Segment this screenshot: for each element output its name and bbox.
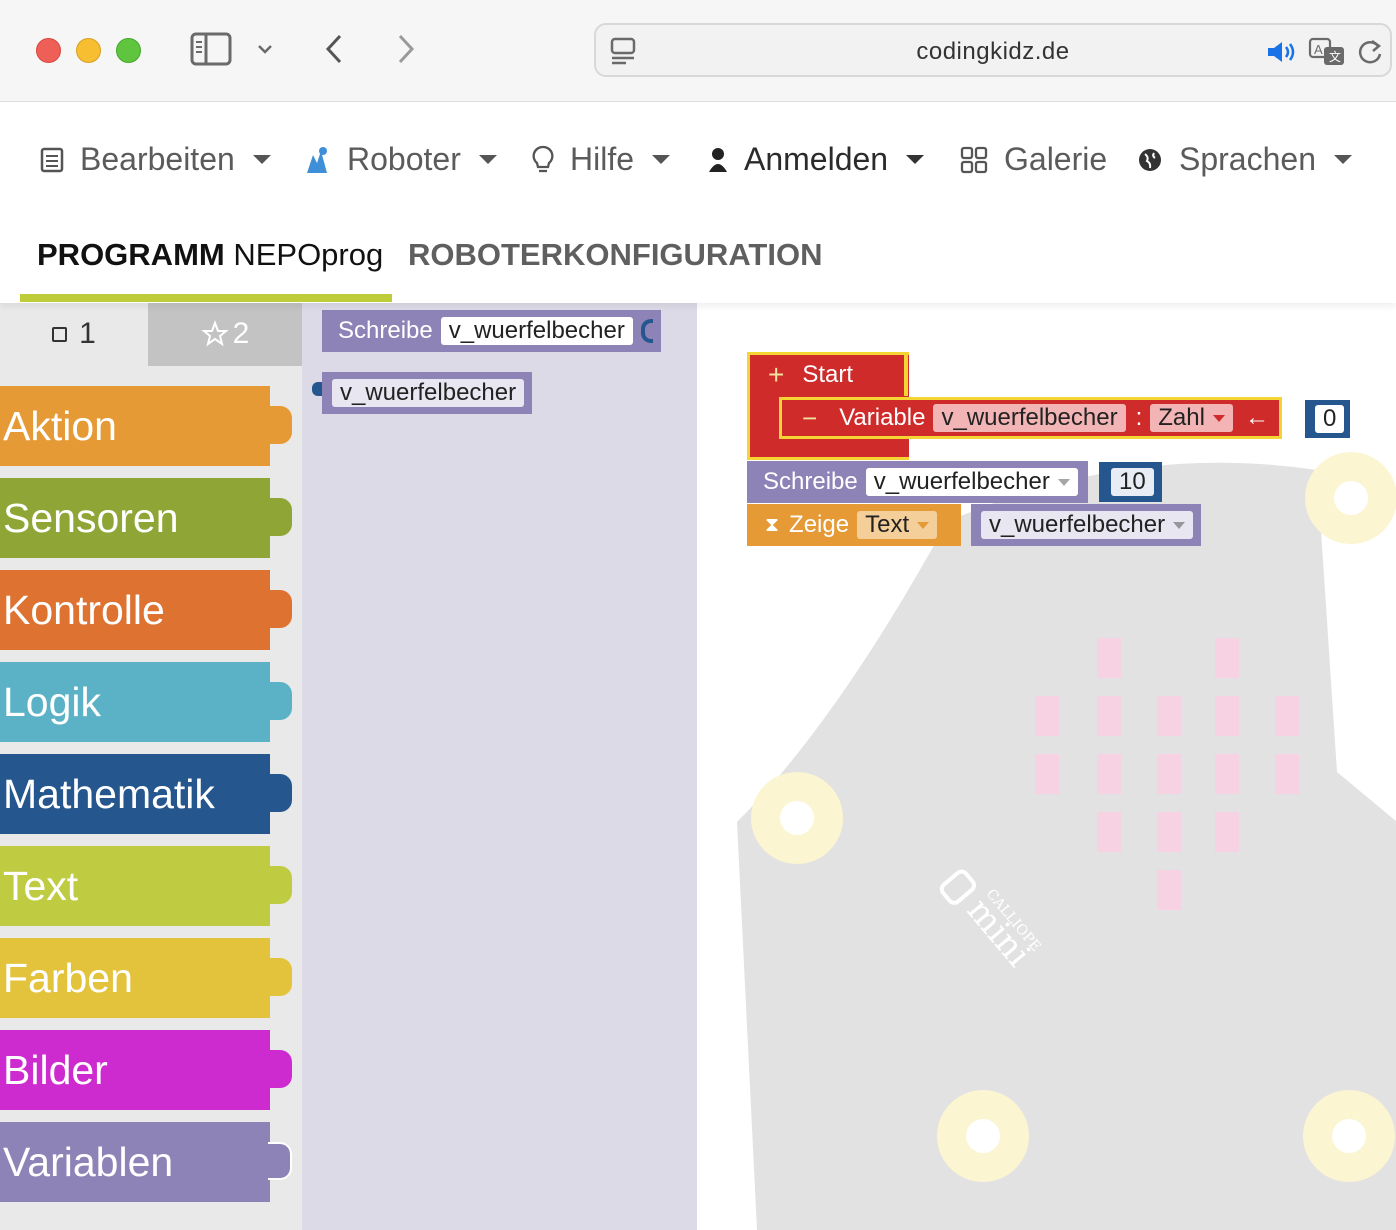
menu-label: Bearbeiten (80, 141, 235, 177)
minimize-window-button[interactable] (76, 38, 101, 63)
variable-type-dropdown[interactable]: Zahl (1150, 404, 1233, 432)
show-type-dropdown[interactable]: Text (857, 511, 938, 539)
category-kontrolle[interactable]: Kontrolle (0, 570, 292, 650)
menu-hilfe[interactable]: Hilfe (532, 141, 671, 178)
translate-icon[interactable]: A文 (1308, 37, 1348, 72)
flyout-variable-block[interactable]: v_wuerfelbecher (312, 372, 533, 414)
caret-down-icon (1333, 155, 1352, 164)
tab-program[interactable]: PROGRAMM NEPOprog (37, 237, 383, 273)
level-1-button[interactable]: 1 (0, 302, 148, 366)
svg-text:文: 文 (1329, 49, 1341, 64)
lightbulb-icon (532, 145, 554, 175)
category-logik[interactable]: Logik (0, 662, 292, 742)
menu-label: Roboter (347, 141, 461, 177)
write-variable-field[interactable]: v_wuerfelbecher (440, 317, 633, 345)
menu-bearbeiten[interactable]: Bearbeiten (40, 141, 271, 178)
active-tab-indicator (20, 294, 392, 302)
back-icon[interactable] (322, 32, 346, 71)
menu-label: Sprachen (1179, 141, 1316, 177)
close-window-button[interactable] (36, 38, 61, 63)
hourglass-icon: ⧗ (765, 513, 780, 536)
tab-robot-configuration[interactable]: ROBOTERKONFIGURATION (408, 237, 822, 273)
variable-field[interactable]: v_wuerfelbecher (332, 379, 525, 407)
menu-sprachen[interactable]: Sprachen (1137, 141, 1352, 178)
robot-icon (303, 145, 331, 175)
program-workspace[interactable]: mini CALLIOPE + Start − Variable v_wuerf… (697, 302, 1396, 1230)
category-variablen[interactable]: Variablen (0, 1122, 292, 1202)
output-plug (312, 382, 322, 396)
sidebar-icon[interactable] (190, 32, 232, 71)
menu-label: Galerie (1004, 141, 1108, 177)
variable-name-field[interactable]: v_wuerfelbecher (933, 404, 1126, 432)
category-aktion[interactable]: Aktion (0, 386, 292, 466)
reload-icon[interactable] (1356, 37, 1384, 72)
input-socket (640, 319, 653, 343)
flyout-write-block[interactable]: Schreibe v_wuerfelbecher (322, 310, 661, 352)
block-flyout: Schreibe v_wuerfelbecher v_wuerfelbecher (302, 302, 697, 1230)
editor-tabs: PROGRAMM NEPOprog ROBOTERKONFIGURATION (0, 213, 1396, 303)
start-block-highlight (904, 352, 908, 396)
caret-down-icon (252, 155, 271, 164)
document-icon (40, 147, 64, 173)
category-mathematik[interactable]: Mathematik (0, 754, 292, 834)
chevron-down-icon[interactable] (256, 42, 274, 61)
category-farben[interactable]: Farben (0, 938, 292, 1018)
address-bar[interactable]: codingkidz.de A文 (594, 23, 1392, 77)
show-block[interactable]: ⧗ Zeige Text (747, 504, 962, 546)
minus-icon[interactable]: − (802, 403, 817, 434)
forward-icon[interactable] (394, 32, 418, 71)
browser-toolbar: codingkidz.de A文 (0, 0, 1396, 102)
write-variable-dropdown[interactable]: v_wuerfelbecher (865, 468, 1078, 496)
svg-text:A: A (1314, 42, 1323, 57)
variable-init-value-block[interactable]: 0 (1305, 400, 1351, 438)
show-variable-dropdown[interactable]: v_wuerfelbecher (981, 511, 1194, 539)
category-bilder[interactable]: Bilder (0, 1030, 292, 1110)
menu-roboter[interactable]: Roboter (303, 141, 497, 178)
caret-down-icon (478, 155, 497, 164)
level-2-button[interactable]: 2 (148, 302, 302, 366)
caret-down-icon (652, 155, 671, 164)
main-menu: Bearbeiten Roboter Hilfe Anmelden Galeri… (0, 103, 1396, 213)
plus-icon[interactable]: + (768, 361, 784, 389)
write-value-block[interactable]: 10 (1099, 462, 1162, 502)
variable-declaration-block[interactable]: − Variable v_wuerfelbecher : Zahl ← (779, 397, 1282, 439)
write-block[interactable]: Schreibe v_wuerfelbecher (747, 461, 1088, 503)
menu-label: Hilfe (570, 141, 635, 177)
menu-label: Anmelden (744, 141, 889, 177)
maximize-window-button[interactable] (116, 38, 141, 63)
star-icon (200, 320, 229, 348)
menu-anmelden[interactable]: Anmelden (708, 141, 925, 178)
category-text[interactable]: Text (0, 846, 292, 926)
show-variable-block[interactable]: v_wuerfelbecher (971, 504, 1202, 546)
caret-down-icon (906, 155, 925, 164)
block-toolbox: 1 2 Aktion Sensoren Kontrolle Logik Math… (0, 302, 302, 1230)
menu-galerie[interactable]: Galerie (960, 141, 1107, 178)
user-icon (708, 146, 728, 174)
square-icon (52, 326, 68, 342)
category-sensoren[interactable]: Sensoren (0, 478, 292, 558)
gallery-icon (960, 146, 988, 174)
speaker-icon[interactable] (1266, 40, 1298, 69)
globe-icon (1137, 147, 1163, 173)
